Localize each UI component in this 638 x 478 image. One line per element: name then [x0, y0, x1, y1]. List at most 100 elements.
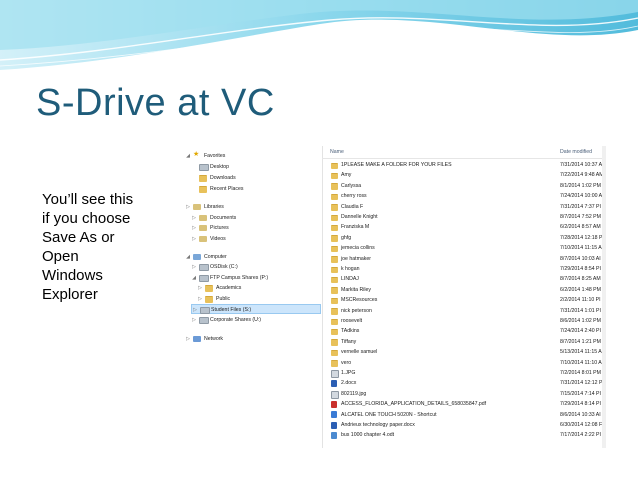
folder-icon	[331, 360, 338, 367]
pdf-file-icon	[331, 400, 337, 408]
file-row[interactable]: roosevelt 8/6/2014 1:02 PM	[322, 316, 606, 326]
nav-item-downloads[interactable]: Downloads	[191, 173, 321, 183]
collapsed-arrow-icon[interactable]: ▷	[191, 223, 197, 233]
folder-icon	[205, 296, 213, 303]
nav-item-pictures[interactable]: ▷ Pictures	[191, 223, 321, 233]
file-row[interactable]: 1PLEASE MAKE A FOLDER FOR YOUR FILES 7/31…	[322, 160, 606, 170]
folder-icon	[331, 318, 338, 325]
nav-item-label: Network	[204, 336, 224, 342]
file-row[interactable]: 2.docx 7/31/2014 12:12 P	[322, 378, 606, 388]
nav-item-desktop[interactable]: Desktop	[191, 162, 321, 172]
nav-item-label: Public	[216, 296, 231, 302]
nav-item-label: Favorites	[204, 153, 226, 159]
folder-icon	[331, 172, 338, 180]
nav-item-documents[interactable]: ▷ Documents	[191, 213, 321, 223]
file-row[interactable]: TAdkins 7/24/2014 2:40 PI	[322, 326, 606, 336]
folder-icon	[331, 328, 338, 336]
nav-item-label: FTP Campus Shares (P:)	[210, 275, 269, 281]
nav-item-label: Academics	[216, 285, 242, 291]
file-row[interactable]: ghfg 7/28/2014 12:18 P	[322, 233, 606, 243]
file-name: 2.docx	[341, 380, 357, 387]
folder-icon	[331, 339, 338, 346]
nav-item-computer[interactable]: ◢ Computer	[185, 252, 321, 262]
documents-icon	[199, 215, 207, 221]
collapsed-arrow-icon[interactable]: ▷	[197, 294, 203, 304]
collapsed-arrow-icon[interactable]: ▷	[192, 305, 198, 315]
collapsed-arrow-icon[interactable]: ▷	[191, 234, 197, 244]
nav-item-label: Computer	[204, 254, 227, 260]
collapsed-arrow-icon[interactable]: ▷	[197, 283, 203, 293]
file-name: Dannelle Knight	[341, 214, 378, 220]
file-row[interactable]: LINDAJ 8/7/2014 8:25 AM	[322, 274, 606, 284]
file-name: vernelle samuel	[341, 349, 378, 356]
nav-item-videos[interactable]: ▷ Videos	[191, 234, 321, 244]
collapsed-arrow-icon[interactable]: ▷	[185, 202, 191, 212]
file-row[interactable]: k hogan 7/29/2014 8:54 PI	[322, 264, 606, 274]
nav-item-label: Downloads	[210, 175, 236, 181]
nav-item-label: Student Files (S:)	[211, 307, 252, 313]
collapsed-arrow-icon[interactable]: ▷	[191, 213, 197, 223]
file-date-modified: 7/24/2014 10:00 A	[560, 193, 603, 200]
file-row[interactable]: ALCATEL ONE TOUCH 5020N - Shortcut 8/6/20…	[322, 410, 606, 420]
file-date-modified: 7/31/2014 12:12 P	[560, 380, 603, 387]
file-date-modified: 5/13/2014 11:15 A	[560, 349, 602, 356]
file-row[interactable]: Claudia F 7/31/2014 7:37 PI	[322, 202, 606, 212]
file-row[interactable]: vernelle samuel 5/13/2014 11:15 A	[322, 347, 606, 357]
image-file-icon	[331, 390, 339, 399]
expanded-arrow-icon[interactable]: ◢	[185, 252, 191, 262]
file-name: Andrieux technology paper.docx	[341, 422, 415, 428]
decorative-wave-banner	[0, 0, 638, 78]
file-row[interactable]: Carlyssa 8/1/2014 1:02 PM	[322, 181, 606, 191]
nav-item-corporate-shares-u[interactable]: ▷ Corporate Shares (U:)	[191, 315, 321, 325]
file-row[interactable]: jemecia collins 7/10/2014 11:15 A	[322, 243, 606, 253]
file-date-modified: 7/10/2014 11:10 A	[560, 359, 602, 366]
file-row[interactable]: Andrieux technology paper.docx 6/30/2014 …	[322, 420, 606, 430]
vertical-scrollbar[interactable]	[602, 146, 606, 448]
file-row[interactable]: Dannelle Knight 8/7/2014 7:52 PM	[322, 212, 606, 222]
word-document-icon	[331, 379, 337, 387]
nav-item-public[interactable]: ▷ Public	[197, 294, 321, 304]
slide-caption: You’ll see this if you choose Save As or Op…	[42, 190, 162, 304]
computer-icon	[193, 254, 201, 260]
nav-item-osdisk-c[interactable]: ▷ OSDisk (C:)	[191, 262, 321, 272]
collapsed-arrow-icon[interactable]: ▷	[191, 262, 197, 272]
folder-icon	[331, 256, 338, 263]
nav-item-favorites[interactable]: ◢ ★ Favorites	[185, 151, 321, 161]
folder-icon	[331, 183, 338, 190]
column-header-date[interactable]: Date modified	[560, 149, 592, 155]
file-name: TAdkins	[341, 328, 360, 335]
column-header-name[interactable]: Name	[330, 149, 344, 155]
nav-item-ftp-campus-shares-p[interactable]: ◢ FTP Campus Shares (P:)	[191, 273, 321, 283]
folder-icon	[331, 308, 338, 315]
network-drive-icon	[200, 307, 210, 314]
collapsed-arrow-icon[interactable]: ▷	[185, 334, 191, 344]
file-row[interactable]: Tiffany 8/7/2014 1:21 PM	[322, 337, 606, 347]
nav-item-student-files-s[interactable]: ▷ Student Files (S:)	[191, 304, 321, 314]
file-row[interactable]: Franziska M 6/2/2014 8:57 AM	[322, 222, 606, 232]
file-row[interactable]: Markita Riley 6/2/2014 1:48 PM	[322, 285, 606, 295]
file-row[interactable]: Amy 7/22/2014 9:48 AM	[322, 170, 606, 180]
file-row[interactable]: bus 1000 chapter 4.odt 7/17/2014 2:22 PI	[322, 430, 606, 440]
file-date-modified: 7/31/2014 7:37 PI	[560, 203, 601, 210]
collapsed-arrow-icon[interactable]: ▷	[191, 315, 197, 325]
file-date-modified: 7/22/2014 9:48 AM	[560, 172, 604, 179]
file-date-modified: 8/7/2014 7:52 PM	[560, 214, 601, 220]
expanded-arrow-icon[interactable]: ◢	[185, 151, 191, 161]
nav-item-network[interactable]: ▷ Network	[185, 334, 321, 344]
file-row[interactable]: joe hatmaker 8/7/2014 10:03 AI	[322, 254, 606, 264]
nav-item-academics[interactable]: ▷ Academics	[197, 283, 321, 293]
file-row[interactable]: ACCESS_FLORIDA_APPLICATION_DETAILS_65803…	[322, 399, 606, 409]
caption-line: if you choose	[42, 210, 131, 227]
file-row[interactable]: 802119.jpg 7/15/2014 7:14 PI	[322, 389, 606, 399]
nav-item-label: Videos	[210, 236, 226, 242]
file-row[interactable]: cherry ross 7/24/2014 10:00 A	[322, 191, 606, 201]
file-row[interactable]: MSCResources 2/2/2014 11:10 PI	[322, 295, 606, 305]
file-row[interactable]: 1.JPG 7/2/2014 8:01 PM	[322, 368, 606, 378]
network-icon	[193, 336, 201, 342]
expanded-arrow-icon[interactable]: ◢	[191, 273, 197, 283]
nav-item-libraries[interactable]: ▷ Libraries	[185, 202, 321, 212]
file-row[interactable]: nick peterson 7/31/2014 1:01 PI	[322, 306, 606, 316]
file-row[interactable]: vero 7/10/2014 11:10 A	[322, 358, 606, 368]
nav-item-recent-places[interactable]: Recent Places	[191, 184, 321, 194]
videos-icon	[199, 236, 207, 242]
